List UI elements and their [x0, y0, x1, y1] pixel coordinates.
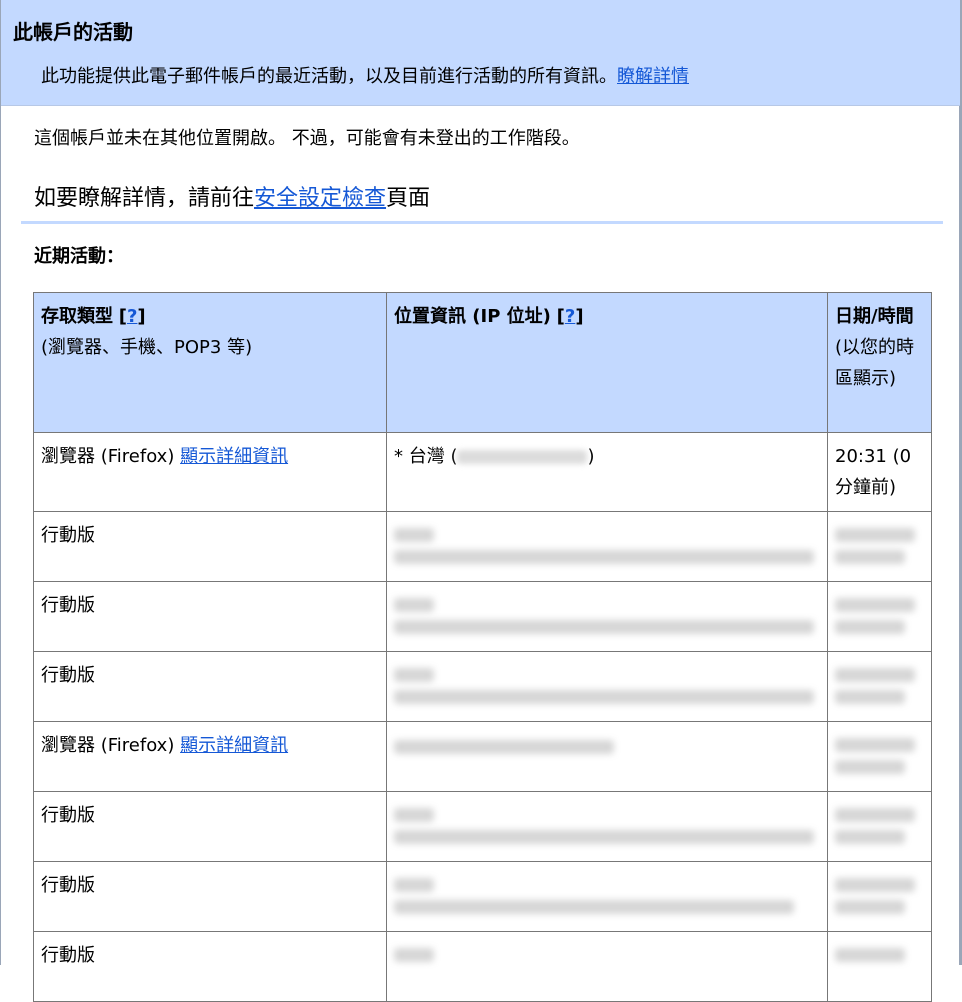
page-title: 此帳戶的活動 [13, 20, 133, 44]
time-cell [827, 861, 932, 932]
description-text: 此功能提供此電子郵件帳戶的最近活動，以及目前進行活動的所有資訊。 [41, 66, 617, 87]
redacted-location [394, 808, 434, 822]
redacted-time-ago [835, 830, 905, 844]
location-cell [386, 861, 828, 932]
redacted-location [394, 878, 434, 892]
redacted-ip [457, 450, 588, 464]
show-details-link[interactable]: 顯示詳細資訊 [180, 446, 288, 467]
recent-activity-label: 近期活動： [34, 246, 124, 267]
redacted-time [835, 668, 915, 682]
table-row: 行動版 [33, 861, 932, 932]
redacted-ip [394, 550, 814, 564]
redacted-time [835, 808, 915, 822]
redacted-ip [394, 740, 614, 754]
redacted-ip [394, 830, 814, 844]
redacted-time [835, 948, 905, 962]
access-cell: 行動版 [33, 791, 387, 862]
activity-table: 存取類型 [?] (瀏覽器、手機、POP3 等) 位置資訊 (IP 位址) [?… [33, 292, 932, 1002]
table-row: 行動版 [33, 791, 932, 862]
show-details-link[interactable]: 顯示詳細資訊 [180, 735, 288, 756]
access-type-value: 瀏覽器 (Firefox) [41, 735, 175, 756]
redacted-time-ago [835, 760, 905, 774]
location-cell [386, 791, 828, 862]
section-divider [21, 221, 943, 224]
activity-window: 此帳戶的活動 此功能提供此電子郵件帳戶的最近活動，以及目前進行活動的所有資訊。瞭… [0, 0, 961, 1002]
access-cell: 行動版 [33, 511, 387, 582]
not-open-elsewhere-text: 這個帳戶並未在其他位置開啟。 不過，可能會有未登出的工作階段。 [34, 128, 580, 149]
location-help-link[interactable]: ? [565, 306, 575, 327]
time-cell [827, 791, 932, 862]
redacted-time [835, 598, 915, 612]
access-cell: 行動版 [33, 651, 387, 722]
location-cell: * 台灣 () [386, 432, 828, 512]
access-cell: 瀏覽器 (Firefox) 顯示詳細資訊 [33, 721, 387, 792]
access-type-title: 存取類型 [41, 306, 113, 327]
table-row: 行動版 [33, 581, 932, 652]
time-cell [827, 651, 932, 722]
redacted-time [835, 878, 915, 892]
location-cell [386, 581, 828, 652]
location-cell [386, 511, 828, 582]
redacted-location [394, 948, 434, 962]
redacted-ip [394, 620, 814, 634]
redacted-time [835, 528, 915, 542]
time-cell [827, 581, 932, 652]
location-cell [386, 721, 828, 792]
location-cell [386, 651, 828, 722]
table-row: 行動版 [33, 511, 932, 582]
redacted-location [394, 598, 434, 612]
redacted-time-ago [835, 690, 905, 704]
redacted-location [394, 528, 434, 542]
access-help-link[interactable]: ? [127, 306, 137, 327]
redacted-ip [394, 900, 794, 914]
datetime-subtitle: (以您的時區顯示) [835, 337, 915, 389]
security-prefix: 如要瞭解詳情，請前往 [34, 186, 255, 211]
redacted-location [394, 668, 434, 682]
access-type-value: 瀏覽器 (Firefox) [41, 446, 175, 467]
access-cell: 行動版 [33, 931, 387, 1002]
location-header: 位置資訊 (IP 位址) [?] [386, 292, 828, 433]
security-checkup-link[interactable]: 安全設定檢查 [254, 186, 386, 211]
location-title: 位置資訊 (IP 位址) [394, 306, 551, 327]
access-cell: 行動版 [33, 581, 387, 652]
time-cell [827, 511, 932, 582]
redacted-time-ago [835, 900, 905, 914]
table-row: 瀏覽器 (Firefox) 顯示詳細資訊 * 台灣 () 20:31 (0 分鐘… [33, 432, 932, 512]
table-row: 瀏覽器 (Firefox) 顯示詳細資訊 [33, 721, 932, 792]
header-description: 此功能提供此電子郵件帳戶的最近活動，以及目前進行活動的所有資訊。瞭解詳情 [41, 62, 689, 88]
access-cell: 瀏覽器 (Firefox) 顯示詳細資訊 [33, 432, 387, 512]
table-row: 行動版 [33, 651, 932, 722]
time-cell [827, 721, 932, 792]
table-header-row: 存取類型 [?] (瀏覽器、手機、POP3 等) 位置資訊 (IP 位址) [?… [33, 292, 932, 433]
datetime-header: 日期/時間 (以您的時區顯示) [827, 292, 932, 433]
time-cell [827, 931, 932, 1002]
learn-more-link[interactable]: 瞭解詳情 [617, 66, 689, 87]
redacted-time-ago [835, 620, 905, 634]
datetime-title: 日期/時間 [835, 306, 914, 327]
redacted-time [835, 738, 915, 752]
access-type-subtitle: (瀏覽器、手機、POP3 等) [41, 337, 253, 358]
access-cell: 行動版 [33, 861, 387, 932]
redacted-ip [394, 690, 814, 704]
header-panel: 此帳戶的活動 此功能提供此電子郵件帳戶的最近活動，以及目前進行活動的所有資訊。瞭… [1, 0, 961, 106]
security-suffix: 頁面 [386, 186, 431, 211]
location-country: * 台灣 ( [394, 446, 458, 467]
location-cell [386, 931, 828, 1002]
time-cell: 20:31 (0 分鐘前) [827, 432, 932, 512]
access-type-header: 存取類型 [?] (瀏覽器、手機、POP3 等) [33, 292, 387, 433]
location-close-paren: ) [587, 446, 595, 467]
redacted-time-ago [835, 550, 905, 564]
table-row: 行動版 [33, 931, 932, 1002]
security-checkup-line: 如要瞭解詳情，請前往安全設定檢查頁面 [34, 180, 430, 212]
